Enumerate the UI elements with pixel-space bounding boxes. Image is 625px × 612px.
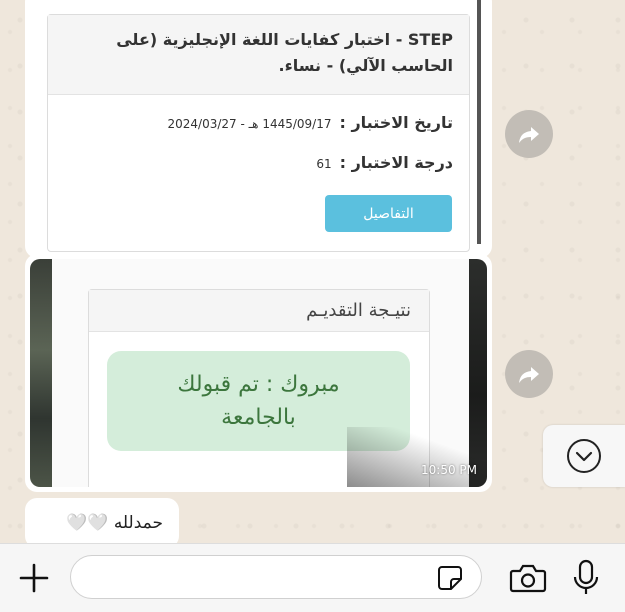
composer-bar [0,543,625,612]
photo-left-edge [30,259,52,487]
message-input[interactable] [70,555,482,599]
message-text: حمدلله 🤍🤍 [66,513,163,533]
message-bubble-text[interactable]: حمدلله 🤍🤍 [25,498,179,548]
test-date-row: تاريخ الاختبار : 1445/09/17 هـ - 2024/03… [168,113,453,132]
details-button[interactable]: التفاصيل [325,195,452,232]
step-test-title: STEP - اختبار كفايات اللغة الإنجليزية (ع… [48,15,469,95]
divider-line [477,0,481,244]
sticker-icon [438,566,462,590]
screenshot-image[interactable]: نتيـجة التقديـم مبروك : تم قبولك بالجامع… [30,259,487,487]
forward-button[interactable] [505,110,553,158]
plus-icon [19,563,49,593]
test-score-value: 61 [316,157,332,171]
test-date-value: 1445/09/17 هـ - 2024/03/27 [167,117,332,131]
forward-icon [519,367,539,383]
message-bubble-step[interactable]: STEP - اختبار كفايات اللغة الإنجليزية (ع… [25,0,492,258]
message-time: 10:50 PM [421,463,477,477]
step-test-card: STEP - اختبار كفايات اللغة الإنجليزية (ع… [47,14,470,252]
camera-button[interactable] [508,560,548,596]
scroll-to-bottom-button[interactable] [543,425,625,487]
test-score-label: درجة الاختبار : [339,153,453,172]
chevron-down-icon [567,439,601,473]
microphone-icon [573,559,599,594]
forward-button[interactable] [505,350,553,398]
camera-icon [509,564,547,593]
attach-button[interactable] [14,558,54,598]
forward-icon [519,127,539,143]
test-score-row: درجة الاختبار : 61 [316,153,453,172]
sticker-button[interactable] [434,562,466,594]
admission-result-heading: نتيـجة التقديـم [89,290,429,332]
voice-message-button[interactable] [570,558,602,598]
photo-shade [347,427,487,487]
test-date-label: تاريخ الاختبار : [339,113,453,132]
